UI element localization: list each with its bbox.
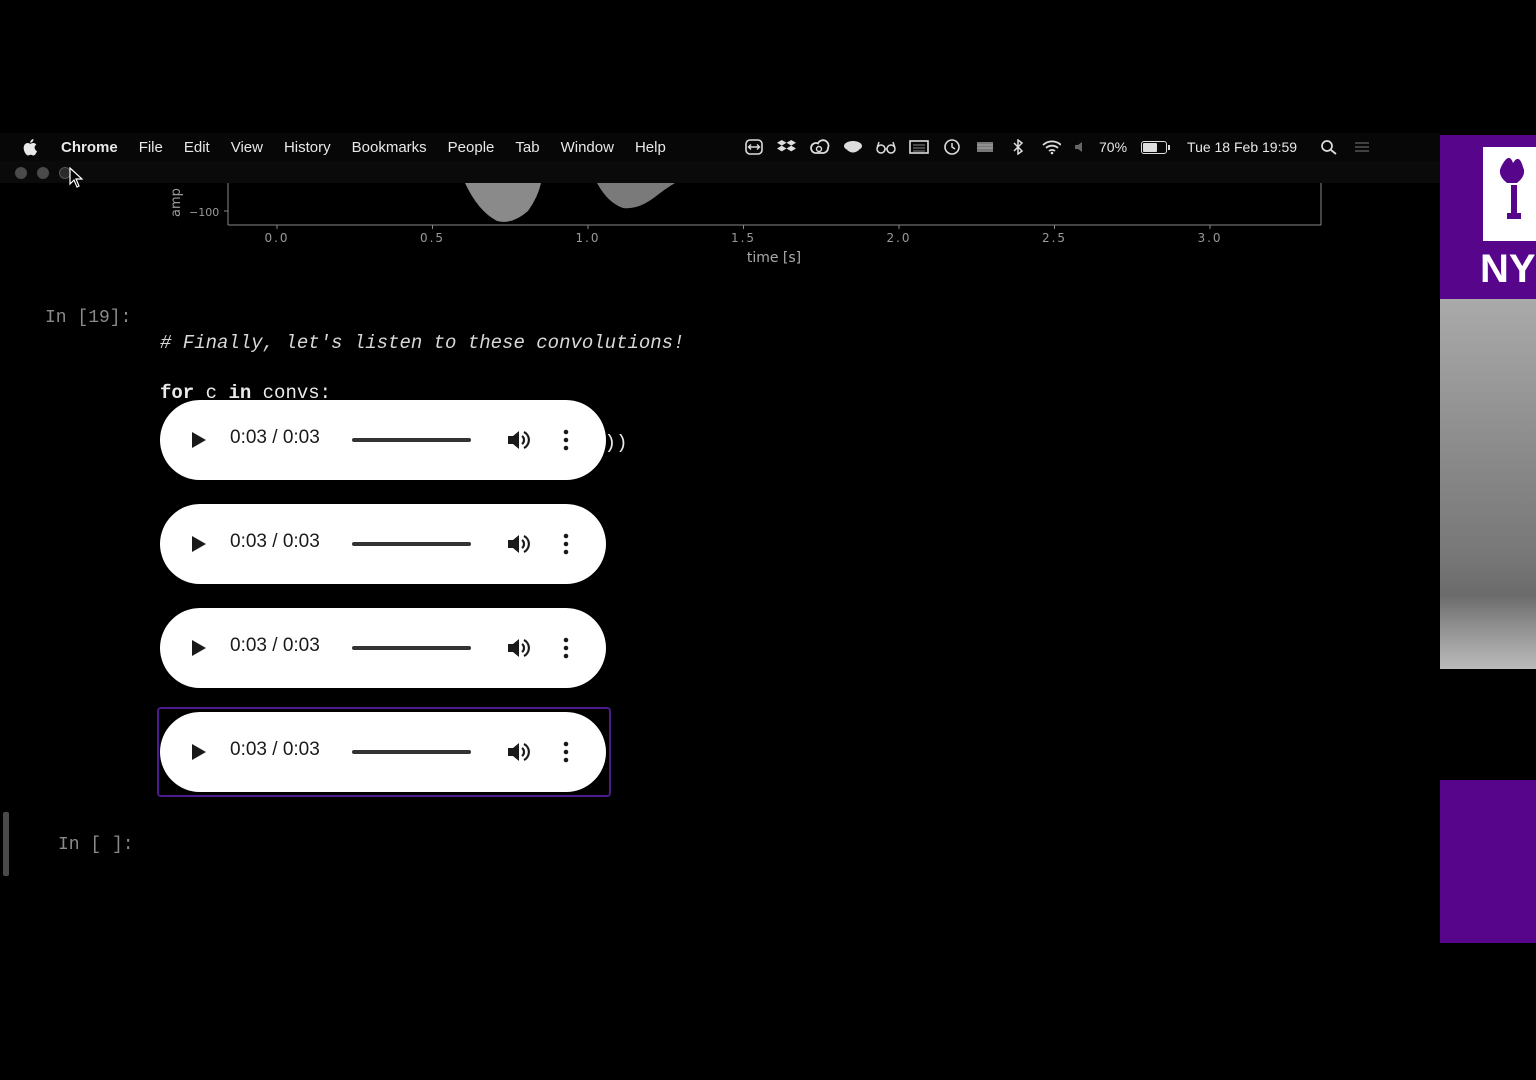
menu-help[interactable]: Help: [635, 139, 666, 156]
keyboard-viewer-icon[interactable]: [909, 139, 929, 155]
x-tick-label: 1.5: [731, 231, 756, 245]
macos-menubar: Chrome File Edit View History Bookmarks …: [0, 133, 1440, 161]
audio-player: 0:03 / 0:03: [160, 608, 606, 688]
more-options-icon[interactable]: [560, 636, 572, 660]
teamviewer-icon[interactable]: [744, 139, 764, 155]
time-machine-icon[interactable]: [942, 139, 962, 155]
menu-list: Chrome File Edit View History Bookmarks …: [61, 133, 687, 161]
spotlight-search-icon[interactable]: [1319, 139, 1339, 155]
play-icon[interactable]: [191, 743, 207, 761]
audio-seek-bar[interactable]: [352, 750, 471, 754]
audio-seek-bar[interactable]: [352, 542, 471, 546]
audio-time: 0:03 / 0:03: [230, 531, 320, 552]
volume-icon[interactable]: [506, 532, 532, 556]
x-tick-label: 1.0: [575, 231, 600, 245]
more-options-icon[interactable]: [560, 532, 572, 556]
menu-app-name[interactable]: Chrome: [61, 139, 118, 156]
volume-icon[interactable]: [506, 636, 532, 660]
menu-people[interactable]: People: [448, 139, 495, 156]
more-options-icon[interactable]: [560, 740, 572, 764]
y-axis-label: amp: [169, 188, 184, 217]
menu-edit[interactable]: Edit: [184, 139, 210, 156]
wifi-icon[interactable]: [1041, 139, 1061, 155]
audio-player: 0:03 / 0:03: [160, 400, 606, 480]
volume-icon[interactable]: [506, 428, 532, 452]
brand-text: NY: [1480, 247, 1536, 291]
menu-history[interactable]: History: [284, 139, 331, 156]
menu-tab[interactable]: Tab: [515, 139, 539, 156]
menu-file[interactable]: File: [139, 139, 163, 156]
audio-player: 0:03 / 0:03: [160, 504, 606, 584]
x-tick-label: 0.0: [264, 231, 289, 245]
menu-bookmarks[interactable]: Bookmarks: [352, 139, 427, 156]
menu-view[interactable]: View: [231, 139, 263, 156]
creative-cloud-icon[interactable]: [810, 139, 830, 155]
x-ticks: 0.0 0.5 1.0 1.5 2.0 2.5 3.0: [264, 225, 1222, 245]
notification-center-icon[interactable]: [1352, 139, 1372, 155]
battery-percent: 70%: [1099, 139, 1128, 155]
window-titlebar: [0, 161, 1440, 188]
selected-cell-indicator: [3, 812, 9, 876]
dropbox-icon[interactable]: [777, 139, 797, 155]
x-tick-label: 2.0: [886, 231, 911, 245]
empty-code-input[interactable]: [160, 826, 1360, 866]
display-icon[interactable]: [975, 139, 995, 155]
torch-icon: [1499, 157, 1525, 219]
close-window-button[interactable]: [15, 167, 27, 179]
presenter-video-strip: NY: [1440, 135, 1536, 943]
audio-time: 0:03 / 0:03: [230, 427, 320, 448]
menu-window[interactable]: Window: [561, 139, 614, 156]
volume-icon[interactable]: [1074, 139, 1086, 155]
x-tick-label: 2.5: [1042, 231, 1067, 245]
x-tick-label: 3.0: [1197, 231, 1222, 245]
x-tick-label: 0.5: [420, 231, 445, 245]
status-area: 70% Tue 18 Feb 19:59: [744, 133, 1385, 161]
torch-logo: [1483, 147, 1536, 241]
clock[interactable]: Tue 18 Feb 19:59: [1187, 139, 1297, 155]
audio-seek-bar[interactable]: [352, 646, 471, 650]
bluetooth-icon[interactable]: [1008, 139, 1028, 155]
x-axis-label: time [s]: [747, 250, 801, 266]
audio-seek-bar[interactable]: [352, 438, 471, 442]
volume-icon[interactable]: [506, 740, 532, 764]
minimize-window-button[interactable]: [37, 167, 49, 179]
cell-prompt: In [ ]:: [58, 835, 134, 855]
code-comment: # Finally, let's listen to these convolu…: [160, 332, 685, 354]
play-icon[interactable]: [191, 431, 207, 449]
y-tick-label: −100: [189, 206, 219, 219]
brand-banner-bottom: [1440, 780, 1536, 943]
waveform-lobe: [597, 183, 675, 209]
audio-time: 0:03 / 0:03: [230, 635, 320, 656]
more-options-icon[interactable]: [560, 428, 572, 452]
cloud-drive-icon[interactable]: [843, 139, 863, 155]
glasses-icon[interactable]: [876, 139, 896, 155]
play-icon[interactable]: [191, 639, 207, 657]
audio-player: 0:03 / 0:03: [160, 712, 606, 792]
cell-prompt: In [19]:: [45, 308, 132, 328]
apple-logo-icon[interactable]: [22, 137, 40, 157]
waveform-lobe: [465, 183, 541, 222]
video-frame: [1440, 299, 1536, 669]
audio-time: 0:03 / 0:03: [230, 739, 320, 760]
battery-icon[interactable]: [1141, 140, 1171, 154]
mouse-cursor-icon: [69, 167, 83, 188]
waveform-plot-fragment: −100 amp 0.0 0.5 1.0 1.5 2.0 2.5 3.0 time [s]: [169, 183, 1322, 266]
play-icon[interactable]: [191, 535, 207, 553]
